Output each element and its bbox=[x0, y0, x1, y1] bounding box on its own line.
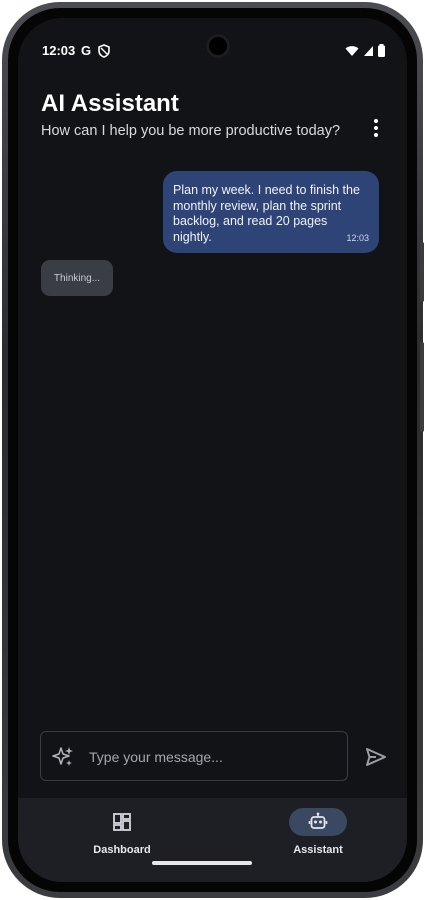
battery-icon bbox=[378, 44, 385, 57]
status-icons bbox=[345, 44, 385, 57]
nav-item-assistant[interactable]: Assistant bbox=[268, 808, 368, 856]
screen: 12:03 G AI Assistant How can I help you … bbox=[18, 18, 407, 882]
google-icon: G bbox=[81, 43, 92, 58]
message-timestamp: 12:03 bbox=[346, 232, 369, 243]
thinking-text: Thinking... bbox=[53, 272, 101, 284]
robot-icon bbox=[308, 812, 328, 829]
nav-item-dashboard[interactable]: Dashboard bbox=[72, 808, 172, 856]
sparkle-icon bbox=[52, 747, 73, 766]
signal-icon bbox=[364, 45, 373, 56]
send-icon[interactable] bbox=[364, 745, 388, 769]
message-input[interactable] bbox=[87, 744, 341, 770]
power-button bbox=[420, 242, 424, 302]
bottom-navigation: Dashboard Assistant bbox=[18, 798, 407, 882]
page-title: AI Assistant bbox=[41, 90, 179, 117]
more-vert-icon[interactable] bbox=[366, 116, 386, 140]
user-message-text: Plan my week. I need to finish the month… bbox=[173, 183, 360, 244]
message-composer[interactable] bbox=[40, 731, 348, 781]
shield-icon bbox=[98, 44, 110, 58]
nav-label-assistant: Assistant bbox=[293, 844, 343, 856]
front-camera bbox=[206, 34, 230, 58]
assistant-thinking-bubble: Thinking... bbox=[41, 260, 113, 296]
dashboard-icon bbox=[113, 813, 131, 831]
volume-button bbox=[420, 342, 424, 432]
wifi-icon bbox=[345, 45, 359, 56]
nav-active-pill bbox=[289, 808, 347, 836]
home-indicator[interactable] bbox=[152, 861, 252, 865]
status-time: 12:03 bbox=[42, 43, 76, 58]
phone-bezel: 12:03 G AI Assistant How can I help you … bbox=[8, 8, 417, 892]
phone-frame: 12:03 G AI Assistant How can I help you … bbox=[2, 2, 424, 898]
user-message-bubble: Plan my week. I need to finish the month… bbox=[163, 171, 379, 253]
nav-icon-container bbox=[93, 808, 151, 836]
page-subtitle: How can I help you be more productive to… bbox=[41, 123, 341, 139]
nav-label-dashboard: Dashboard bbox=[93, 844, 151, 856]
